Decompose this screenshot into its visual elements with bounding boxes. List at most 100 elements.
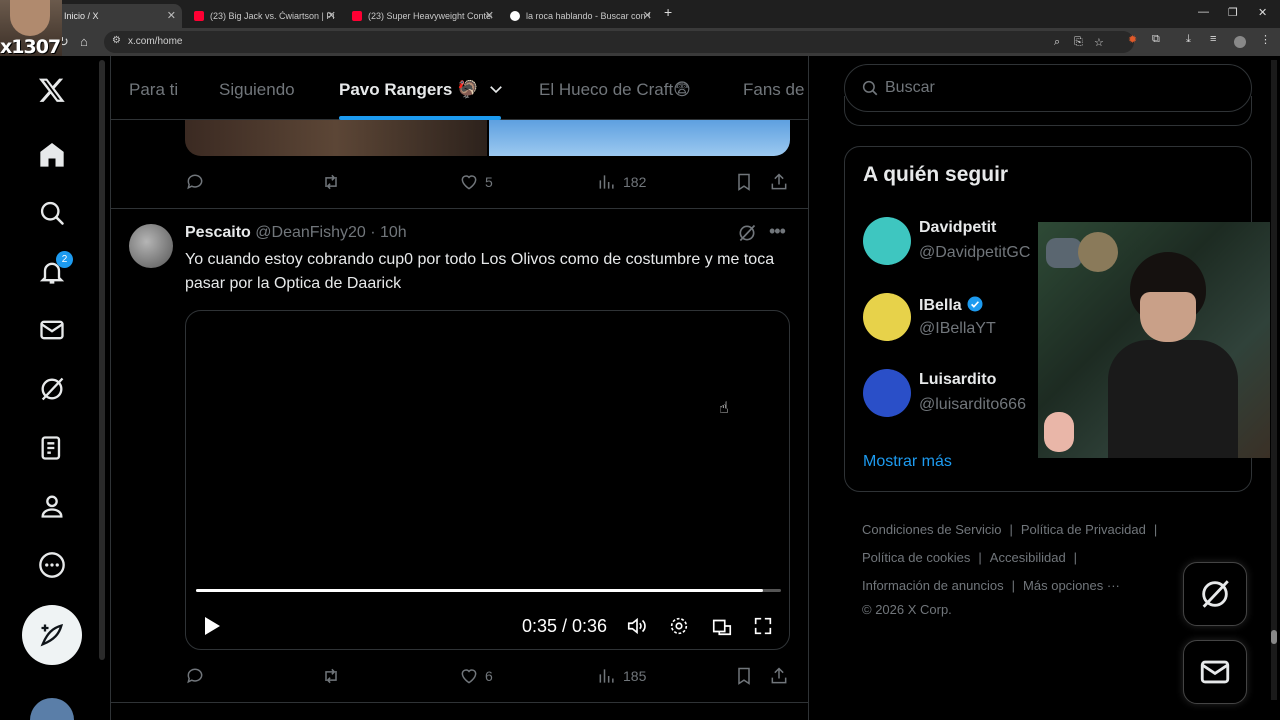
minimize-button[interactable]: — bbox=[1198, 6, 1209, 18]
post-author-avatar[interactable] bbox=[129, 224, 173, 268]
share-button[interactable] bbox=[769, 666, 795, 686]
video-progress-fill bbox=[196, 589, 764, 592]
author-name[interactable]: Pescaito bbox=[185, 224, 251, 241]
more-options-link[interactable]: Más opciones ··· bbox=[1023, 578, 1120, 593]
account-handle[interactable]: @IBellaYT bbox=[919, 320, 996, 338]
tab-pavo-rangers[interactable]: Pavo Rangers 🦃 bbox=[339, 80, 505, 100]
tab-close-icon[interactable]: ✕ bbox=[167, 9, 176, 22]
site-info-icon[interactable]: ⚙ bbox=[112, 35, 121, 46]
views-button[interactable]: 182 bbox=[597, 172, 646, 192]
account-handle[interactable]: @DavidpetitGC bbox=[919, 244, 1030, 262]
nav-home[interactable] bbox=[30, 133, 74, 177]
avatar[interactable] bbox=[863, 293, 911, 341]
reply-button[interactable] bbox=[185, 666, 211, 686]
bookmark-star-icon[interactable]: ☆ bbox=[1094, 36, 1104, 49]
reply-button[interactable] bbox=[185, 172, 211, 192]
notifications-badge: 2 bbox=[56, 251, 73, 268]
extensions-puzzle-icon[interactable]: ⧉ bbox=[1152, 33, 1160, 46]
more-options-icon[interactable]: ••• bbox=[769, 221, 786, 242]
privacy-link[interactable]: Política de Privacidad bbox=[1021, 522, 1146, 537]
nav-grok[interactable] bbox=[30, 367, 74, 411]
translate-icon[interactable]: ⎘ bbox=[1074, 36, 1083, 49]
view-count: 185 bbox=[623, 668, 647, 684]
tab-el-hueco-de-craft[interactable]: El Hueco de Craft😨 bbox=[539, 80, 691, 100]
cookies-link[interactable]: Política de cookies bbox=[862, 550, 970, 565]
account-name[interactable]: IBella bbox=[919, 295, 984, 315]
download-icon[interactable]: ⤓ bbox=[1186, 33, 1191, 46]
account-name[interactable]: Luisardito bbox=[919, 371, 996, 389]
search-input[interactable]: Buscar bbox=[844, 64, 1252, 112]
tab-close-icon[interactable]: ✕ bbox=[643, 9, 652, 22]
tab-para-ti[interactable]: Para ti bbox=[129, 80, 178, 100]
ads-info-link[interactable]: Información de anuncios bbox=[862, 578, 1004, 593]
tab-close-icon[interactable]: ✕ bbox=[327, 9, 336, 22]
streamer-face bbox=[10, 0, 50, 36]
extension-icon[interactable]: ✹ bbox=[1128, 33, 1137, 46]
bookmark-button[interactable] bbox=[734, 666, 760, 686]
account-handle[interactable]: @luisardito666 bbox=[919, 396, 1026, 414]
nav-profile[interactable] bbox=[30, 484, 74, 528]
footer-links: Condiciones de Servicio | Política de Priv… bbox=[862, 516, 1222, 620]
compose-post-button[interactable] bbox=[22, 605, 82, 665]
streamer-overlay: x1307 bbox=[0, 0, 62, 58]
address-bar[interactable]: ⚙ x.com/home ⌕ ⎘ ☆ bbox=[104, 31, 1134, 53]
microphone-arm bbox=[1046, 238, 1082, 268]
profile-avatar-icon[interactable] bbox=[1234, 36, 1246, 48]
volume-icon[interactable] bbox=[626, 615, 648, 637]
browser-tab-google[interactable]: la roca hablando - Buscar con G ✕ bbox=[502, 4, 658, 28]
views-chart-icon bbox=[599, 175, 614, 189]
video-progress-bar[interactable] bbox=[196, 589, 781, 592]
previous-post-media[interactable] bbox=[185, 120, 790, 156]
new-tab-button[interactable]: + bbox=[664, 4, 672, 20]
nav-messages[interactable] bbox=[30, 308, 74, 352]
show-more-link[interactable]: Mostrar más bbox=[863, 453, 952, 471]
grok-floating-button[interactable] bbox=[1183, 562, 1247, 626]
nav-more[interactable] bbox=[30, 543, 74, 587]
author-handle[interactable]: @DeanFishy20 bbox=[255, 224, 366, 241]
streamer-video bbox=[1108, 252, 1238, 458]
fullscreen-icon[interactable] bbox=[752, 615, 774, 637]
active-tab-indicator bbox=[339, 116, 501, 120]
browser-tab-youtube-1[interactable]: (23) Big Jack vs. Ćwiartson | Pie ✕ bbox=[186, 4, 342, 28]
post-time[interactable]: · 10h bbox=[370, 224, 406, 241]
tab-fans-de[interactable]: Fans de bbox=[743, 80, 804, 100]
grok-icon[interactable] bbox=[737, 223, 757, 243]
page-scrollbar[interactable] bbox=[1271, 60, 1277, 700]
zoom-icon[interactable]: ⌕ bbox=[1054, 36, 1060, 49]
views-button[interactable]: 185 bbox=[597, 666, 646, 686]
bookmark-button[interactable] bbox=[734, 172, 760, 192]
account-name[interactable]: Davidpetit bbox=[919, 219, 996, 237]
browser-tab-youtube-2[interactable]: (23) Super Heavyweight Conten ✕ bbox=[344, 4, 500, 28]
like-button[interactable]: 6 bbox=[459, 666, 493, 686]
like-button[interactable]: 5 bbox=[459, 172, 493, 192]
browser-toolbar: ↻ ⌂ ⚙ x.com/home ⌕ ⎘ ☆ ✹ ⧉ ⤓ ≡ ⋮ bbox=[0, 28, 1280, 56]
home-icon[interactable]: ⌂ bbox=[80, 34, 88, 49]
repost-button[interactable] bbox=[321, 666, 347, 686]
scrollbar-thumb[interactable] bbox=[1271, 630, 1277, 644]
tab-close-icon[interactable]: ✕ bbox=[485, 9, 494, 22]
x-logo-button[interactable] bbox=[30, 68, 74, 112]
close-window-button[interactable]: ✕ bbox=[1258, 6, 1267, 19]
left-scrollbar[interactable] bbox=[99, 60, 105, 660]
video-player[interactable]: 0:35 / 0:36 bbox=[185, 310, 790, 650]
repost-button[interactable] bbox=[321, 172, 347, 192]
webcam-overlay bbox=[1038, 222, 1270, 458]
pip-icon[interactable] bbox=[711, 615, 733, 637]
browser-menu-icon[interactable]: ⋮ bbox=[1260, 33, 1271, 46]
nav-lists[interactable] bbox=[30, 426, 74, 470]
avatar[interactable] bbox=[863, 217, 911, 265]
nav-explore[interactable] bbox=[30, 191, 74, 235]
tab-siguiendo[interactable]: Siguiendo bbox=[219, 80, 295, 100]
media-control-icon[interactable]: ≡ bbox=[1210, 33, 1216, 45]
maximize-button[interactable]: ❐ bbox=[1228, 6, 1238, 19]
accessibility-link[interactable]: Accesibilidad bbox=[990, 550, 1066, 565]
avatar[interactable] bbox=[863, 369, 911, 417]
play-icon[interactable] bbox=[202, 615, 222, 637]
search-icon bbox=[862, 80, 878, 96]
settings-gear-icon[interactable] bbox=[668, 615, 690, 637]
timeline: 5 182 Pescaito @DeanFishy20 · 10h ••• Yo… bbox=[110, 56, 809, 720]
heart-icon bbox=[461, 175, 477, 190]
share-button[interactable] bbox=[769, 172, 795, 192]
messages-floating-button[interactable] bbox=[1183, 640, 1247, 704]
terms-link[interactable]: Condiciones de Servicio bbox=[862, 522, 1001, 537]
